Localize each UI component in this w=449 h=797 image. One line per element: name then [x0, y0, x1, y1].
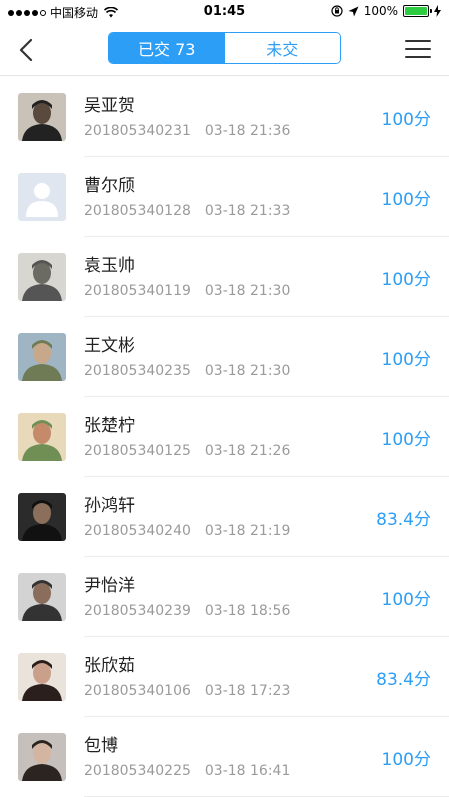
list-item[interactable]: 张楚柠 201805340125 03-18 21:26 100分 — [0, 397, 449, 477]
score: 100分 — [381, 430, 431, 450]
submission-meta: 201805340119 03-18 21:30 — [84, 283, 290, 299]
status-right: 100% — [331, 4, 441, 18]
list-item[interactable]: 孙鸿轩 201805340240 03-18 21:19 83.4分 — [0, 477, 449, 557]
student-id: 201805340119 — [84, 283, 191, 299]
status-bar: 中国移动 01:45 100% — [0, 0, 449, 24]
submission-tabs: 已交 73 未交 — [108, 32, 341, 64]
submission-time: 03-18 21:36 — [204, 123, 291, 139]
list-item[interactable]: 尹怡洋 201805340239 03-18 18:56 100分 — [0, 557, 449, 637]
score: 100分 — [381, 190, 431, 210]
score: 100分 — [381, 270, 431, 290]
student-name: 孙鸿轩 — [84, 496, 135, 516]
submission-meta: 201805340128 03-18 21:33 — [84, 203, 290, 219]
avatar — [18, 493, 66, 541]
submission-meta: 201805340125 03-18 21:26 — [84, 443, 290, 459]
location-arrow-icon — [348, 6, 359, 16]
avatar — [18, 573, 66, 621]
tab-submitted[interactable]: 已交 73 — [109, 33, 225, 63]
list-item[interactable]: 曹尔颀 201805340128 03-18 21:33 100分 — [0, 157, 449, 237]
submission-time: 03-18 17:23 — [204, 683, 291, 699]
student-name: 张楚柠 — [84, 416, 135, 436]
list-item[interactable]: 包博 201805340225 03-18 16:41 100分 — [0, 717, 449, 797]
score: 83.4分 — [376, 510, 431, 530]
submission-time: 03-18 21:30 — [204, 363, 291, 379]
student-id: 201805340106 — [84, 683, 191, 699]
score: 100分 — [381, 110, 431, 130]
list-item[interactable]: 张欣茹 201805340106 03-18 17:23 83.4分 — [0, 637, 449, 717]
menu-button[interactable] — [405, 38, 431, 60]
score: 83.4分 — [376, 670, 431, 690]
charging-bolt-icon — [434, 5, 441, 17]
avatar — [18, 413, 66, 461]
submission-time: 03-18 21:30 — [204, 283, 291, 299]
avatar — [18, 93, 66, 141]
student-name: 曹尔颀 — [84, 176, 135, 196]
submission-time: 03-18 16:41 — [204, 763, 291, 779]
student-name: 张欣茹 — [84, 656, 135, 676]
score: 100分 — [381, 750, 431, 770]
avatar — [18, 333, 66, 381]
student-id: 201805340240 — [84, 523, 191, 539]
student-name: 吴亚贺 — [84, 96, 135, 116]
submission-meta: 201805340235 03-18 21:30 — [84, 363, 290, 379]
battery-icon — [403, 5, 432, 17]
student-name: 尹怡洋 — [84, 576, 135, 596]
submission-meta: 201805340239 03-18 18:56 — [84, 603, 290, 619]
score: 100分 — [381, 350, 431, 370]
submission-meta: 201805340231 03-18 21:36 — [84, 123, 290, 139]
student-id: 201805340239 — [84, 603, 191, 619]
submission-time: 03-18 21:19 — [204, 523, 291, 539]
avatar — [18, 253, 66, 301]
student-name: 袁玉帅 — [84, 256, 135, 276]
submission-time: 03-18 18:56 — [204, 603, 291, 619]
list-item[interactable]: 袁玉帅 201805340119 03-18 21:30 100分 — [0, 237, 449, 317]
student-id: 201805340125 — [84, 443, 191, 459]
submission-meta: 201805340240 03-18 21:19 — [84, 523, 290, 539]
submission-meta: 201805340106 03-18 17:23 — [84, 683, 290, 699]
student-list: 吴亚贺 201805340231 03-18 21:36 100分 曹尔颀 2018053… — [0, 77, 449, 797]
avatar — [18, 173, 66, 221]
student-id: 201805340231 — [84, 123, 191, 139]
submission-time: 03-18 21:26 — [204, 443, 291, 459]
back-button[interactable] — [12, 36, 40, 64]
rotation-lock-icon — [331, 5, 343, 17]
list-item[interactable]: 王文彬 201805340235 03-18 21:30 100分 — [0, 317, 449, 397]
chevron-left-icon — [19, 39, 33, 61]
student-id: 201805340225 — [84, 763, 191, 779]
battery-percent: 100% — [363, 4, 398, 18]
score: 100分 — [381, 590, 431, 610]
tab-not-submitted[interactable]: 未交 — [224, 33, 340, 63]
avatar — [18, 733, 66, 781]
student-id: 201805340235 — [84, 363, 191, 379]
student-name: 王文彬 — [84, 336, 135, 356]
student-id: 201805340128 — [84, 203, 191, 219]
avatar — [18, 653, 66, 701]
student-name: 包博 — [84, 736, 118, 756]
submission-time: 03-18 21:33 — [204, 203, 291, 219]
nav-bar: 已交 73 未交 — [0, 24, 449, 76]
submission-meta: 201805340225 03-18 16:41 — [84, 763, 290, 779]
list-item[interactable]: 吴亚贺 201805340231 03-18 21:36 100分 — [0, 77, 449, 157]
